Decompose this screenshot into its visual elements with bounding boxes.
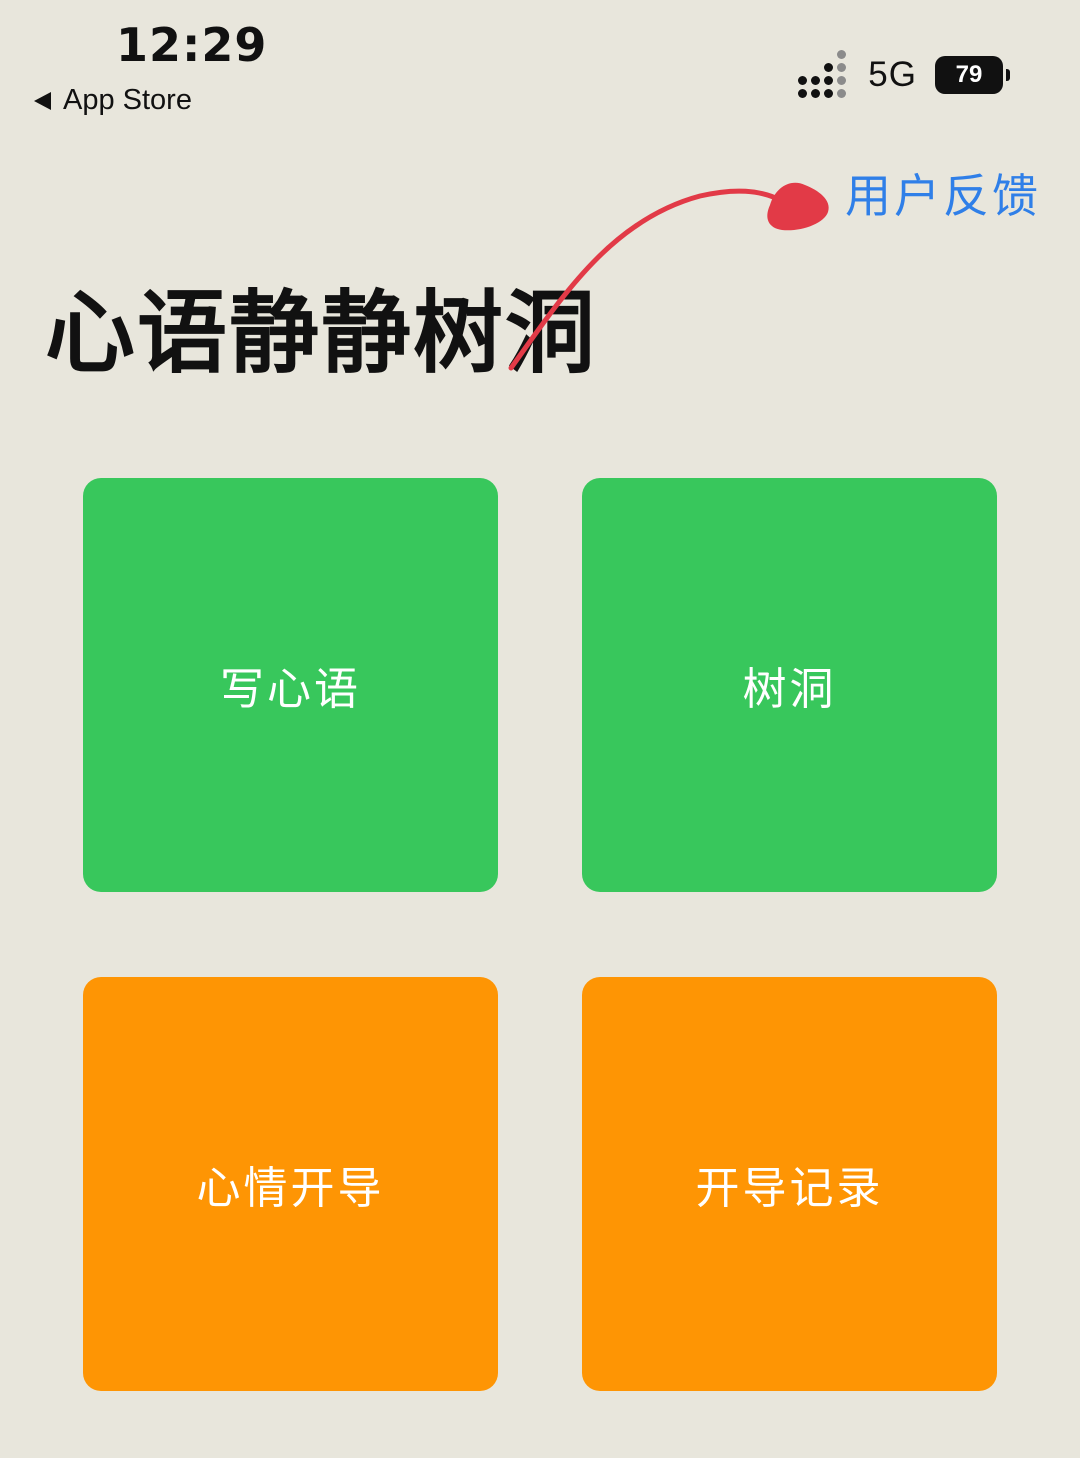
tile-write-heart[interactable]: 写心语 — [83, 478, 498, 892]
tile-label: 开导记录 — [695, 1164, 884, 1213]
page-title: 心语静静树洞 — [45, 284, 597, 384]
battery-icon: 79 — [935, 55, 1010, 94]
network-type: 5G — [868, 54, 917, 94]
battery-cap — [1006, 68, 1010, 81]
tile-label: 心情开导 — [196, 1164, 385, 1213]
cellular-signal-icon — [798, 50, 850, 99]
user-feedback-link[interactable]: 用户反馈 — [845, 160, 1041, 226]
tile-tree-hole[interactable]: 树洞 — [582, 478, 997, 892]
back-label: App Store — [63, 84, 192, 116]
status-indicators: 5G 79 — [798, 50, 1010, 99]
status-time: 12:29 — [116, 18, 268, 72]
back-to-app-store[interactable]: App Store — [34, 84, 192, 117]
tile-guidance-records[interactable]: 开导记录 — [582, 977, 997, 1391]
back-chevron-icon — [34, 91, 51, 110]
tile-label: 树洞 — [742, 665, 837, 714]
tile-label: 写心语 — [220, 665, 361, 714]
battery-level: 79 — [935, 55, 1003, 94]
tile-mood-guidance[interactable]: 心情开导 — [83, 977, 498, 1391]
